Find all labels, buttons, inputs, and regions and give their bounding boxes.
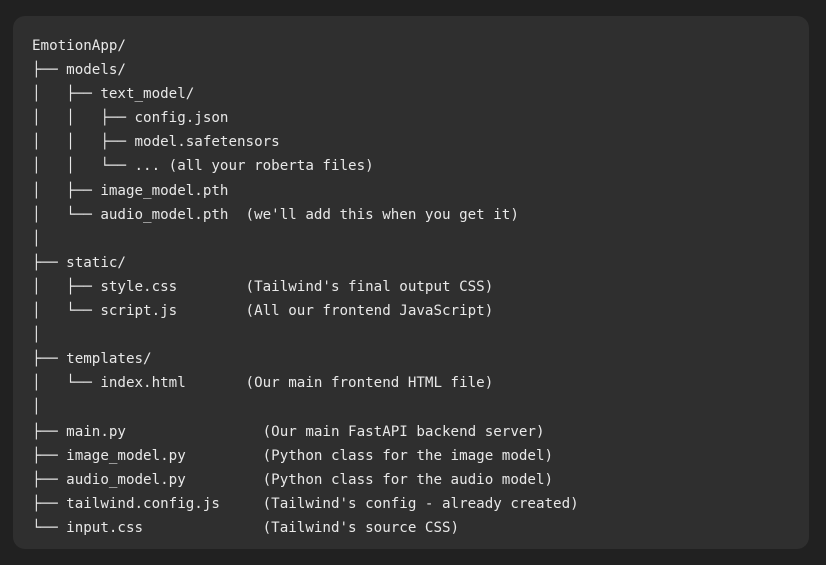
code-line: │ ├── text_model/: [32, 86, 195, 103]
code-line: │ ├── style.css (Tailwind's final output…: [32, 278, 494, 295]
code-line: ├── models/: [32, 62, 126, 79]
code-line: │: [32, 399, 41, 416]
code-line: ├── templates/: [32, 351, 152, 368]
code-line: ├── main.py (Our main FastAPI backend se…: [32, 423, 545, 440]
code-line: │ └── script.js (All our frontend JavaSc…: [32, 303, 494, 320]
code-line: ├── tailwind.config.js (Tailwind's confi…: [32, 495, 579, 512]
code-line: ├── audio_model.py (Python class for the…: [32, 471, 554, 488]
code-line: │ └── index.html (Our main frontend HTML…: [32, 375, 494, 392]
code-block-panel: EmotionApp/ ├── models/ │ ├── text_model/ │…: [13, 16, 809, 549]
code-line: │ ├── image_model.pth: [32, 182, 229, 199]
code-line: │ │ └── ... (all your roberta files): [32, 158, 374, 175]
code-line: │ │ ├── model.safetensors: [32, 134, 280, 151]
code-line: └── input.css (Tailwind's source CSS): [32, 519, 460, 536]
code-line: │: [32, 230, 41, 247]
code-line: EmotionApp/: [32, 38, 126, 54]
code-line: │ │ ├── config.json: [32, 110, 229, 127]
code-line: │ └── audio_model.pth (we'll add this wh…: [32, 206, 519, 223]
code-line: ├── static/: [32, 254, 126, 271]
code-block[interactable]: EmotionApp/ ├── models/ │ ├── text_model/ │…: [32, 34, 579, 540]
code-line: ├── image_model.py (Python class for the…: [32, 447, 554, 464]
code-line: │: [32, 327, 41, 344]
